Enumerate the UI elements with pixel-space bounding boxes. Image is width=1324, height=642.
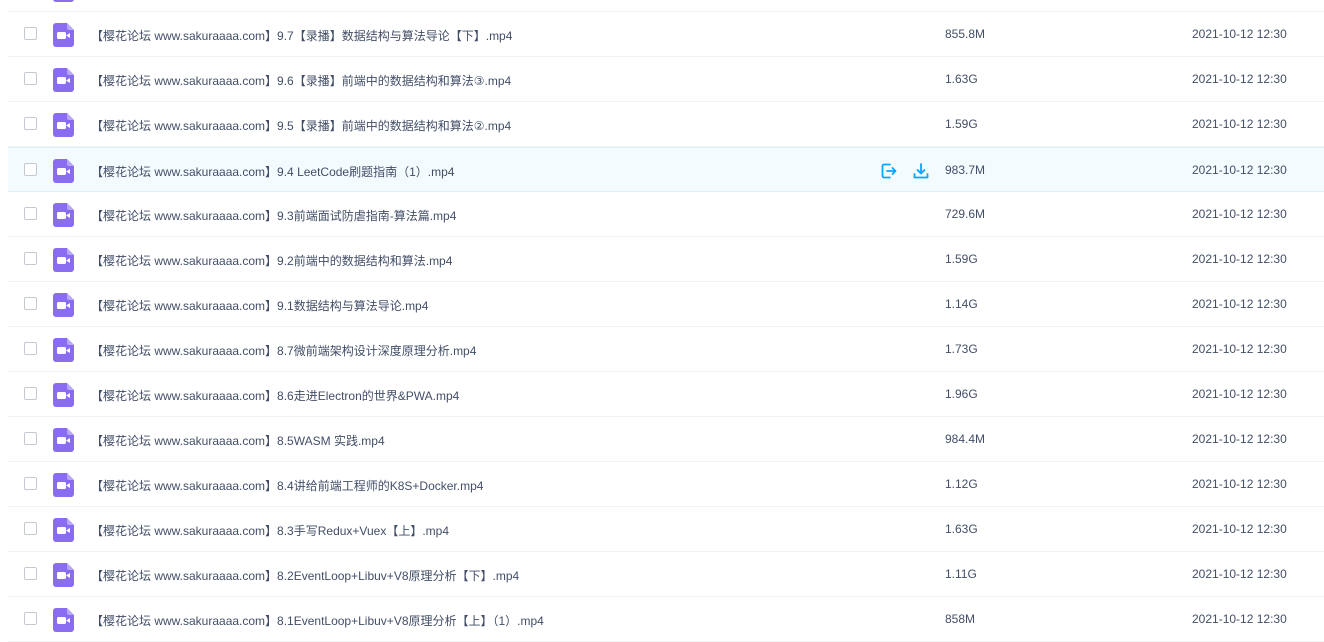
file-date: 2021-10-12 12:30	[1192, 117, 1287, 131]
video-file-icon	[53, 473, 74, 497]
row-checkbox[interactable]	[24, 432, 37, 445]
row-checkbox[interactable]	[24, 117, 37, 130]
file-name[interactable]: 【樱花论坛 www.sakuraaaa.com】8.3手写Redux+Vuex【…	[91, 522, 449, 539]
file-size: 1.11G	[945, 567, 977, 581]
file-date: 2021-10-12 12:30	[1192, 297, 1287, 311]
file-size: 855.8M	[945, 27, 986, 41]
row-checkbox[interactable]	[24, 207, 37, 220]
video-file-icon	[53, 383, 74, 407]
file-row[interactable]	[8, 0, 1324, 12]
file-name[interactable]: 【樱花论坛 www.sakuraaaa.com】8.2EventLoop+Lib…	[91, 567, 519, 584]
file-list: 【樱花论坛 www.sakuraaaa.com】9.7【录播】数据结构与算法导论…	[8, 0, 1324, 642]
video-file-icon	[53, 23, 74, 47]
file-size: 1.14G	[945, 297, 978, 311]
file-size: 1.12G	[945, 477, 978, 491]
share-icon[interactable]	[880, 162, 898, 180]
file-name[interactable]: 【樱花论坛 www.sakuraaaa.com】9.1数据结构与算法导论.mp4	[91, 297, 428, 314]
download-icon[interactable]	[912, 162, 930, 180]
video-file-icon	[53, 113, 74, 137]
row-checkbox[interactable]	[24, 522, 37, 535]
file-row[interactable]: 【樱花论坛 www.sakuraaaa.com】8.7微前端架构设计深度原理分析…	[8, 327, 1324, 372]
file-name[interactable]: 【樱花论坛 www.sakuraaaa.com】8.4讲给前端工程师的K8S+D…	[91, 477, 483, 494]
file-date: 2021-10-12 12:30	[1192, 252, 1287, 266]
file-date: 2021-10-12 12:30	[1192, 567, 1287, 581]
file-row[interactable]: 【樱花论坛 www.sakuraaaa.com】8.2EventLoop+Lib…	[8, 552, 1324, 597]
row-checkbox[interactable]	[24, 27, 37, 40]
row-checkbox[interactable]	[24, 297, 37, 310]
file-name[interactable]: 【樱花论坛 www.sakuraaaa.com】8.1EventLoop+Lib…	[91, 612, 544, 629]
file-row[interactable]: 【樱花论坛 www.sakuraaaa.com】9.5【录播】前端中的数据结构和…	[8, 102, 1324, 147]
file-date: 2021-10-12 12:30	[1192, 163, 1287, 177]
video-file-icon	[53, 518, 74, 542]
video-file-icon	[53, 608, 74, 632]
file-date: 2021-10-12 12:30	[1192, 27, 1287, 41]
video-file-icon	[53, 563, 74, 587]
file-date: 2021-10-12 12:30	[1192, 72, 1287, 86]
file-size: 729.6M	[945, 207, 986, 221]
video-file-icon	[53, 68, 74, 92]
file-size: 858M	[945, 612, 976, 626]
video-file-icon	[53, 0, 74, 2]
file-row[interactable]: 【樱花论坛 www.sakuraaaa.com】8.6走进Electron的世界…	[8, 372, 1324, 417]
file-date: 2021-10-12 12:30	[1192, 477, 1287, 491]
file-row[interactable]: 【樱花论坛 www.sakuraaaa.com】9.1数据结构与算法导论.mp4…	[8, 282, 1324, 327]
file-name[interactable]: 【樱花论坛 www.sakuraaaa.com】9.4 LeetCode刷题指南…	[91, 163, 454, 180]
file-size: 1.59G	[945, 252, 978, 266]
file-date: 2021-10-12 12:30	[1192, 432, 1287, 446]
row-checkbox[interactable]	[24, 72, 37, 85]
file-size: 984.4M	[945, 432, 986, 446]
file-date: 2021-10-12 12:30	[1192, 342, 1287, 356]
file-name[interactable]: 【樱花论坛 www.sakuraaaa.com】9.6【录播】前端中的数据结构和…	[91, 72, 511, 89]
video-file-icon	[53, 159, 74, 183]
video-file-icon	[53, 293, 74, 317]
file-name[interactable]: 【樱花论坛 www.sakuraaaa.com】8.6走进Electron的世界…	[91, 387, 459, 404]
video-file-icon	[53, 203, 74, 227]
file-row[interactable]: 【樱花论坛 www.sakuraaaa.com】9.2前端中的数据结构和算法.m…	[8, 237, 1324, 282]
video-file-icon	[53, 248, 74, 272]
file-name[interactable]: 【樱花论坛 www.sakuraaaa.com】9.7【录播】数据结构与算法导论…	[91, 27, 512, 44]
file-size: 1.63G	[945, 72, 978, 86]
file-row[interactable]: 【樱花论坛 www.sakuraaaa.com】9.6【录播】前端中的数据结构和…	[8, 57, 1324, 102]
file-size: 983.7M	[945, 163, 986, 177]
file-row[interactable]: 【樱花论坛 www.sakuraaaa.com】9.4 LeetCode刷题指南…	[8, 147, 1324, 192]
file-row[interactable]: 【樱花论坛 www.sakuraaaa.com】8.4讲给前端工程师的K8S+D…	[8, 462, 1324, 507]
file-size: 1.96G	[945, 387, 978, 401]
file-name[interactable]: 【樱花论坛 www.sakuraaaa.com】8.5WASM 实践.mp4	[91, 432, 385, 449]
row-checkbox[interactable]	[24, 342, 37, 355]
row-checkbox[interactable]	[24, 387, 37, 400]
file-row[interactable]: 【樱花论坛 www.sakuraaaa.com】8.3手写Redux+Vuex【…	[8, 507, 1324, 552]
file-name[interactable]: 【樱花论坛 www.sakuraaaa.com】9.5【录播】前端中的数据结构和…	[91, 117, 511, 134]
file-size: 1.63G	[945, 522, 978, 536]
file-date: 2021-10-12 12:30	[1192, 387, 1287, 401]
file-date: 2021-10-12 12:30	[1192, 612, 1287, 626]
file-size: 1.59G	[945, 117, 978, 131]
file-name[interactable]: 【樱花论坛 www.sakuraaaa.com】9.3前端面试防虐指南-算法篇.…	[91, 207, 456, 224]
row-checkbox[interactable]	[24, 252, 37, 265]
file-name[interactable]: 【樱花论坛 www.sakuraaaa.com】9.2前端中的数据结构和算法.m…	[91, 252, 452, 269]
file-row[interactable]: 【樱花论坛 www.sakuraaaa.com】9.3前端面试防虐指南-算法篇.…	[8, 192, 1324, 237]
row-checkbox[interactable]	[24, 163, 37, 176]
file-size: 1.73G	[945, 342, 978, 356]
row-checkbox[interactable]	[24, 477, 37, 490]
file-row[interactable]: 【樱花论坛 www.sakuraaaa.com】8.1EventLoop+Lib…	[8, 597, 1324, 642]
file-row[interactable]: 【樱花论坛 www.sakuraaaa.com】9.7【录播】数据结构与算法导论…	[8, 12, 1324, 57]
file-name[interactable]: 【樱花论坛 www.sakuraaaa.com】8.7微前端架构设计深度原理分析…	[91, 342, 476, 359]
row-checkbox[interactable]	[24, 612, 37, 625]
file-date: 2021-10-12 12:30	[1192, 522, 1287, 536]
video-file-icon	[53, 338, 74, 362]
file-date: 2021-10-12 12:30	[1192, 207, 1287, 221]
file-row[interactable]: 【樱花论坛 www.sakuraaaa.com】8.5WASM 实践.mp4 9…	[8, 417, 1324, 462]
video-file-icon	[53, 428, 74, 452]
row-checkbox[interactable]	[24, 567, 37, 580]
